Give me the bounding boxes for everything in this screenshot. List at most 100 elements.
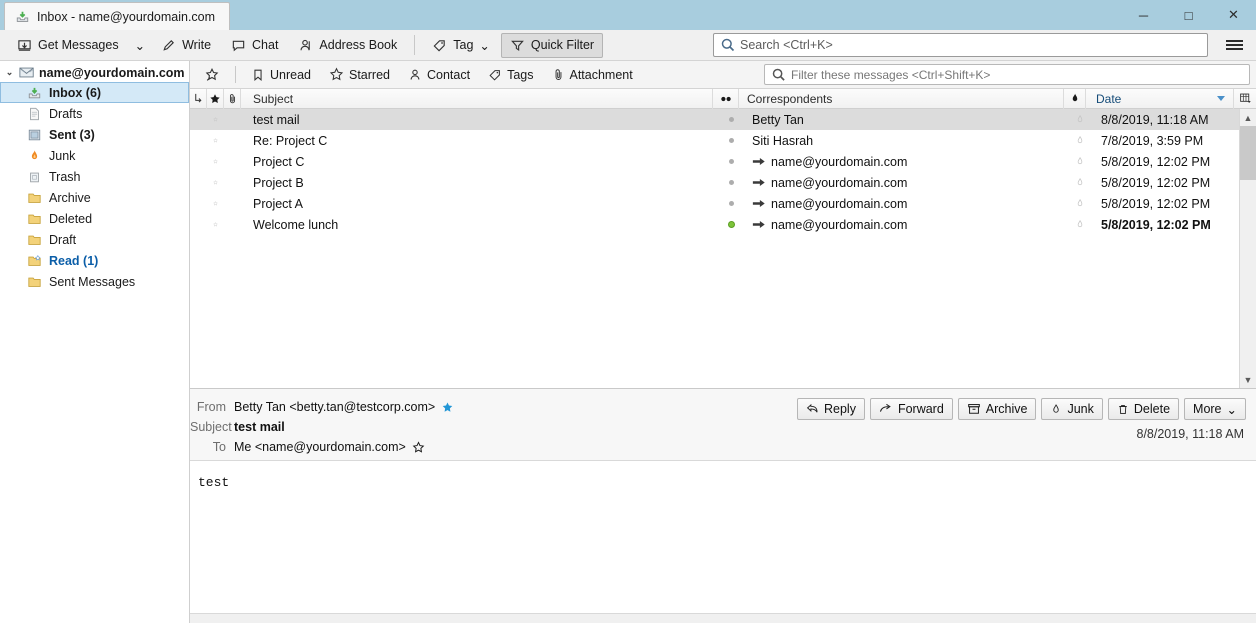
column-unread[interactable] [713,89,739,109]
filter-starred-button[interactable]: Starred [321,64,398,86]
star-filled-icon [209,93,221,105]
column-star[interactable] [207,89,224,109]
close-button[interactable]: ✕ [1211,0,1256,30]
sidebar-item-drafts[interactable]: Drafts [0,103,189,124]
message-date: 8/8/2019, 11:18 AM [1137,427,1245,441]
delete-button[interactable]: Delete [1108,398,1179,420]
filter-starred-label: Starred [349,68,390,82]
star-outline-icon[interactable] [412,441,425,454]
column-correspondents[interactable]: Correspondents [739,89,1064,109]
to-value[interactable]: Me <name@yourdomain.com> [234,440,406,454]
row-unread-toggle[interactable] [718,214,744,235]
row-thread-cell [190,214,207,235]
row-star-toggle[interactable] [207,130,224,151]
chat-button[interactable]: Chat [222,33,287,58]
write-button[interactable]: Write [152,33,220,58]
row-correspondent: name@yourdomain.com [744,193,1069,214]
filter-messages-input[interactable]: Filter these messages <Ctrl+Shift+K> [764,64,1250,85]
archive-label: Archive [986,402,1028,416]
row-star-toggle[interactable] [207,151,224,172]
sidebar-item-sent[interactable]: Sent (3) [0,124,189,145]
maximize-button[interactable]: □ [1166,0,1211,30]
column-thread[interactable] [190,89,207,109]
column-subject[interactable]: Subject [241,89,713,109]
get-messages-dropdown[interactable]: ⌄ [130,33,150,58]
table-row[interactable]: Project B name@yourdomain.com [190,172,1239,193]
account-row[interactable]: ⌄ name@yourdomain.com [0,63,189,82]
row-unread-toggle[interactable] [718,172,744,193]
sidebar-item-sent-messages[interactable]: Sent Messages [0,271,189,292]
junk-button[interactable]: Junk [1041,398,1102,420]
reply-button[interactable]: Reply [797,398,865,420]
global-search-input[interactable]: Search <Ctrl+K> [713,33,1208,57]
sidebar-item-archive[interactable]: Archive [0,187,189,208]
sidebar-item-label: Archive [49,191,91,205]
row-junk-toggle[interactable] [1069,130,1091,151]
column-correspondents-label: Correspondents [747,92,832,106]
table-row[interactable]: Project C name@yourdomain.com [190,151,1239,172]
filter-attachment-button[interactable]: Attachment [544,64,641,86]
row-thread-cell [190,151,207,172]
chat-label: Chat [252,38,278,52]
table-row[interactable]: test mail Betty Tan 8/8/2019, 11:18 AM [190,109,1239,130]
forward-button[interactable]: Forward [870,398,953,420]
filter-tags-button[interactable]: Tags [480,64,541,86]
row-junk-toggle[interactable] [1069,151,1091,172]
row-unread-toggle[interactable] [718,193,744,214]
address-book-button[interactable]: Address Book [289,33,406,58]
app-menu-button[interactable] [1220,32,1248,58]
row-junk-toggle[interactable] [1069,109,1091,130]
column-date[interactable]: Date [1086,89,1234,109]
sidebar-item-label: Junk [49,149,75,163]
sidebar-item-draft[interactable]: Draft [0,229,189,250]
twisty-icon[interactable]: ⌄ [4,67,15,78]
sidebar-item-inbox[interactable]: Inbox (6) [0,82,189,103]
scroll-up-arrow-icon[interactable]: ▲ [1240,109,1256,126]
row-junk-toggle[interactable] [1069,214,1091,235]
tab-inbox[interactable]: Inbox - name@yourdomain.com [4,2,230,30]
inbox-icon [15,10,30,24]
row-unread-toggle[interactable] [718,109,744,130]
row-star-toggle[interactable] [207,172,224,193]
sent-icon [27,128,42,142]
sidebar-item-deleted[interactable]: Deleted [0,208,189,229]
row-subject: Welcome lunch [241,214,718,235]
sidebar-item-trash[interactable]: Trash [0,166,189,187]
row-star-toggle[interactable] [207,193,224,214]
row-unread-toggle[interactable] [718,151,744,172]
pin-star-icon[interactable] [196,64,228,86]
filter-unread-button[interactable]: Unread [243,64,319,86]
row-junk-toggle[interactable] [1069,193,1091,214]
minimize-button[interactable]: ─ [1121,0,1166,30]
thread-pane: Subject Correspondents [190,89,1256,389]
table-row[interactable]: Re: Project C Siti Hasrah 7/8/2019, 3:59… [190,130,1239,151]
table-row[interactable]: Welcome lunch name@yourdomain.com [190,214,1239,235]
scrollbar-thumb[interactable] [1240,126,1256,180]
tag-button[interactable]: Tag ⌄ [423,33,499,58]
table-row[interactable]: Project A name@yourdomain.com [190,193,1239,214]
column-attachment[interactable] [224,89,241,109]
row-junk-toggle[interactable] [1069,172,1091,193]
filter-contact-button[interactable]: Contact [400,64,478,86]
scroll-down-arrow-icon[interactable]: ▼ [1240,371,1256,388]
quick-filter-button[interactable]: Quick Filter [501,33,603,58]
row-subject: Re: Project C [241,130,718,151]
forward-icon [879,403,893,415]
column-picker-button[interactable] [1234,89,1256,109]
row-unread-toggle[interactable] [718,130,744,151]
sidebar-item-read[interactable]: Read (1) [0,250,189,271]
row-star-toggle[interactable] [207,214,224,235]
junk-flame-icon [1050,403,1062,416]
thread-scrollbar[interactable]: ▲ ▼ [1239,109,1256,388]
from-value[interactable]: Betty Tan <betty.tan@testcorp.com> [234,400,435,414]
more-button[interactable]: More ⌄ [1184,398,1246,420]
archive-button[interactable]: Archive [958,398,1037,420]
get-messages-button[interactable]: Get Messages [8,33,128,58]
chevron-down-icon: ⌄ [135,38,145,53]
row-star-toggle[interactable] [207,109,224,130]
sidebar-item-junk[interactable]: Junk [0,145,189,166]
star-filled-icon[interactable] [441,401,454,414]
column-junk[interactable] [1064,89,1086,109]
row-correspondent: Betty Tan [744,109,1069,130]
sidebar-item-label: Sent Messages [49,275,135,289]
